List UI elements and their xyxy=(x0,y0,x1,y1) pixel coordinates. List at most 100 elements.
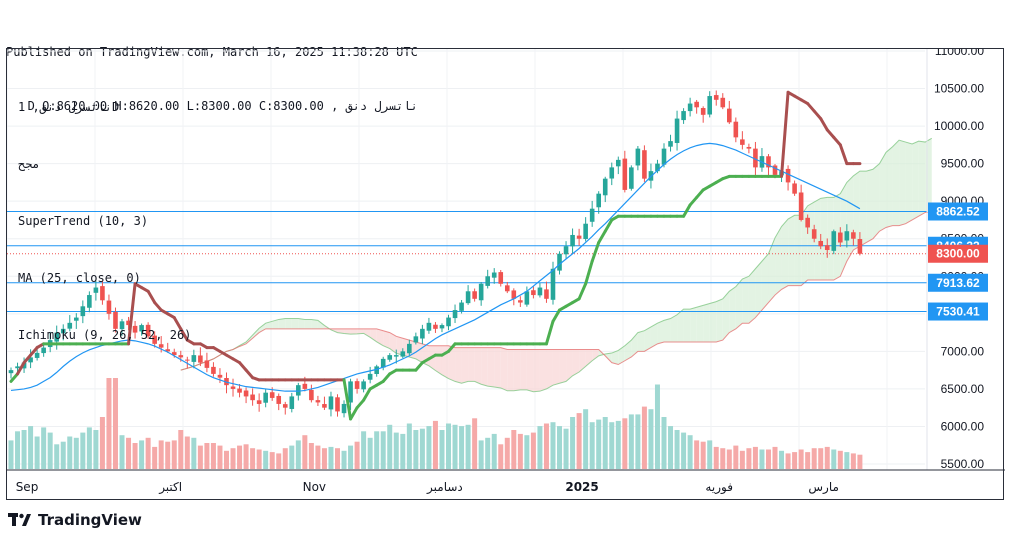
volume-bar xyxy=(263,450,269,469)
candle-body xyxy=(805,217,810,228)
volume-bar xyxy=(15,431,21,469)
volume-bar xyxy=(759,449,765,469)
candle-body xyxy=(478,283,484,301)
volume-bar xyxy=(504,437,510,469)
volume-bar xyxy=(824,446,830,469)
volume-bar xyxy=(707,440,713,469)
volume-bar xyxy=(80,432,86,469)
candle-body xyxy=(282,404,288,408)
candle-body xyxy=(674,118,680,144)
volume-bar xyxy=(844,452,850,469)
legend-symbol[interactable]: ناتسرل دنق, 1D xyxy=(18,98,191,117)
volume-bar xyxy=(550,422,556,469)
volume-bar xyxy=(54,444,60,469)
volume-bar xyxy=(609,422,615,469)
volume-bar xyxy=(772,446,778,469)
ichimoku-cloud-segment xyxy=(461,347,469,384)
candle-body xyxy=(348,381,353,403)
legend-ma[interactable]: MA (25, close, 0) xyxy=(18,269,191,288)
candle-body xyxy=(857,239,863,254)
legend-ichimoku[interactable]: Ichimoku (9, 26, 52, 26) xyxy=(18,326,191,345)
volume-bar xyxy=(165,441,171,469)
volume-bar xyxy=(171,440,177,469)
candle-body xyxy=(838,232,843,243)
price-label: 7530.41 xyxy=(936,305,980,319)
volume-bar xyxy=(746,448,752,469)
volume-bar xyxy=(230,448,236,469)
volume-bar xyxy=(67,436,73,469)
candle-body xyxy=(544,289,549,299)
volume-bar xyxy=(47,432,53,469)
candle-body xyxy=(785,168,791,183)
x-axis-label: مارس xyxy=(808,480,839,495)
volume-bar xyxy=(191,437,197,469)
candle-body xyxy=(831,231,837,251)
volume-bar xyxy=(557,426,563,469)
volume-bar xyxy=(295,440,301,469)
ichimoku-cloud-segment xyxy=(690,307,697,342)
volume-bar xyxy=(204,443,210,469)
tradingview-brand: TradingView xyxy=(38,511,142,529)
candle-body xyxy=(824,245,830,250)
volume-bar xyxy=(60,441,66,469)
volume-bar xyxy=(119,435,125,469)
supertrend-segment xyxy=(584,259,594,286)
candle-body xyxy=(446,317,451,327)
volume-bar xyxy=(661,417,667,469)
ichimoku-cloud-segment xyxy=(846,175,854,262)
ichimoku-cloud-segment xyxy=(899,140,906,226)
candle-body xyxy=(602,178,608,196)
candle-body xyxy=(256,400,262,404)
candle-body xyxy=(485,276,490,286)
volume-bar xyxy=(459,426,465,469)
y-tick-label: 7000.00 xyxy=(941,344,985,358)
legend-supertrend[interactable]: SuperTrend (10, 3) xyxy=(18,212,191,231)
candle-body xyxy=(498,272,504,284)
volume-bar xyxy=(139,440,145,469)
volume-bar xyxy=(406,423,412,469)
candle-body xyxy=(700,108,706,115)
candle-body xyxy=(668,141,673,147)
volume-bar xyxy=(615,420,621,469)
volume-bar xyxy=(106,378,112,469)
candle-body xyxy=(583,223,588,239)
volume-bar xyxy=(811,448,817,469)
volume-bar xyxy=(694,440,700,469)
ichimoku-cloud-segment xyxy=(507,349,514,391)
volume-bar xyxy=(739,450,745,469)
candle-body xyxy=(276,395,282,404)
ichimoku-cloud-segment xyxy=(494,347,501,388)
y-tick-label: 10000.00 xyxy=(934,119,984,133)
volume-bar xyxy=(517,433,523,469)
ichimoku-cloud-segment xyxy=(716,298,723,342)
volume-bar xyxy=(73,437,79,469)
candle-body xyxy=(400,351,406,357)
candle-body xyxy=(452,310,458,319)
volume-bar xyxy=(21,430,27,469)
candle-body xyxy=(811,229,817,239)
ichimoku-cloud-segment xyxy=(298,318,305,329)
ichimoku-cloud-segment xyxy=(794,215,802,286)
volume-bar xyxy=(798,449,804,469)
ichimoku-cloud-segment xyxy=(859,171,867,247)
ichimoku-cloud-segment xyxy=(304,319,312,329)
candle-body xyxy=(661,148,667,165)
candle-body xyxy=(740,139,745,145)
ichimoku-cloud-segment xyxy=(350,328,358,335)
volume-bar xyxy=(530,432,536,469)
x-axis-label: Nov xyxy=(303,480,326,494)
chart-legend: ناتسرل دنق, 1D مجح SuperTrend (10, 3) MA… xyxy=(18,60,191,364)
candle-body xyxy=(615,159,621,167)
candle-body xyxy=(413,336,419,343)
volume-bar xyxy=(641,406,647,469)
candle-body xyxy=(315,400,321,403)
volume-bar xyxy=(361,431,367,469)
volume-bar xyxy=(733,445,739,469)
tradingview-logo[interactable]: TradingView xyxy=(8,511,142,529)
supertrend-segment xyxy=(597,229,607,244)
candle-body xyxy=(518,300,523,303)
volume-bar xyxy=(256,449,262,469)
volume-bar xyxy=(341,450,347,469)
candle-body xyxy=(531,290,536,296)
ichimoku-cloud-segment xyxy=(696,305,704,342)
